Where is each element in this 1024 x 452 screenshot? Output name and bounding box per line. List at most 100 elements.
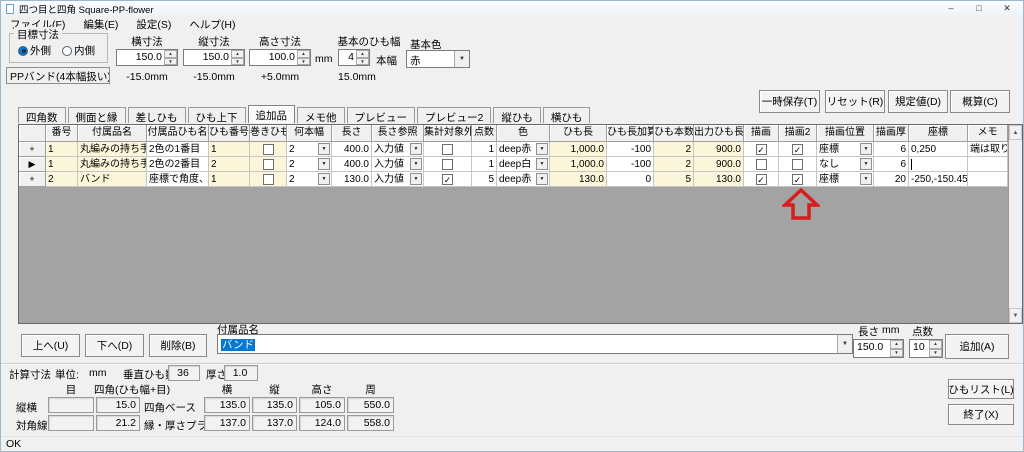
text-cell[interactable]: 1,000.0 (550, 142, 607, 157)
column-header[interactable]: 描画厚 (874, 125, 909, 142)
tab-2[interactable]: 差しひも (128, 107, 186, 123)
move-up-button[interactable]: 上へ(U) (21, 334, 80, 357)
checkbox-unchecked-icon[interactable] (263, 144, 274, 155)
move-down-button[interactable]: 下へ(D) (85, 334, 144, 357)
spin-down-icon[interactable]: ▼ (231, 58, 244, 66)
delete-button[interactable]: 削除(B) (149, 334, 207, 357)
close-icon[interactable]: ✕ (993, 1, 1021, 16)
string-list-button[interactable]: ひもリスト(L) (948, 379, 1014, 399)
text-cell[interactable]: 1 (209, 142, 250, 157)
column-header[interactable]: 何本幅 (287, 125, 332, 142)
checkbox-unchecked-icon[interactable] (442, 159, 453, 170)
text-cell[interactable]: 1 (46, 157, 78, 172)
menu-edit[interactable]: 編集(E) (74, 16, 127, 31)
checkbox-cell[interactable]: ✓ (424, 172, 472, 187)
chevron-down-icon[interactable]: ▼ (536, 143, 548, 155)
menu-settings[interactable]: 設定(S) (127, 16, 180, 31)
column-header[interactable]: ひも本数 (654, 125, 694, 142)
width-spinner[interactable]: 150.0 ▲▼ (116, 49, 178, 66)
spin-down-icon[interactable]: ▼ (890, 349, 903, 358)
text-cell[interactable]: 130.0 (332, 172, 372, 187)
dropdown-cell[interactable]: 2▼ (287, 142, 332, 157)
chevron-down-icon[interactable]: ▼ (536, 158, 548, 170)
checkbox-checked-icon[interactable]: ✓ (756, 174, 767, 185)
checkbox-cell[interactable] (424, 142, 472, 157)
text-cell[interactable]: 400.0 (332, 157, 372, 172)
depth-spinner[interactable]: 150.0 ▲▼ (183, 49, 245, 66)
checkbox-unchecked-icon[interactable] (792, 159, 803, 170)
chevron-down-icon[interactable]: ▼ (860, 143, 872, 155)
column-header[interactable]: 描画位置 (817, 125, 874, 142)
row-marker[interactable]: + (19, 172, 46, 187)
chevron-down-icon[interactable]: ▼ (318, 158, 330, 170)
text-cell[interactable]: 2 (46, 172, 78, 187)
accessory-name-combo[interactable]: バンド ▼ (217, 334, 853, 354)
scroll-up-icon[interactable]: ▲ (1009, 125, 1022, 140)
text-cell[interactable]: 130.0 (694, 172, 744, 187)
temp-save-button[interactable]: 一時保存(T) (759, 90, 820, 113)
row-marker[interactable]: + (19, 142, 46, 157)
tab-0[interactable]: 四角数 (18, 107, 66, 123)
text-cell[interactable]: 6 (874, 142, 909, 157)
tab-3[interactable]: ひも上下 (188, 107, 246, 123)
checkbox-unchecked-icon[interactable] (756, 159, 767, 170)
text-cell[interactable]: 5 (654, 172, 694, 187)
dropdown-cell[interactable]: 2▼ (287, 172, 332, 187)
checkbox-cell[interactable] (744, 157, 779, 172)
spin-down-icon[interactable]: ▼ (929, 349, 942, 358)
defaults-button[interactable]: 規定値(D) (888, 90, 948, 113)
column-header[interactable]: 付属品名 (78, 125, 147, 142)
grid-corner-header[interactable] (19, 125, 46, 142)
checkbox-unchecked-icon[interactable] (263, 174, 274, 185)
estimate-button[interactable]: 概算(C) (950, 90, 1010, 113)
checkbox-cell[interactable]: ✓ (744, 142, 779, 157)
checkbox-cell[interactable]: ✓ (779, 142, 817, 157)
text-cell[interactable]: -100 (607, 157, 654, 172)
minimize-icon[interactable]: – (937, 1, 965, 16)
text-cell[interactable]: -100 (607, 142, 654, 157)
checkbox-unchecked-icon[interactable] (442, 144, 453, 155)
text-cell[interactable]: 20 (874, 172, 909, 187)
tab-9[interactable]: 横ひも (543, 107, 591, 123)
tab-1[interactable]: 側面と縁 (68, 107, 126, 123)
radio-inner-icon[interactable] (62, 46, 72, 56)
column-header[interactable]: 点数 (472, 125, 497, 142)
grid-row[interactable]: +1丸編みの持ち手(4..2色の1番目12▼400.0入力値▼1deep赤▼1,… (19, 142, 1008, 157)
text-cell[interactable]: 1 (472, 157, 497, 172)
tab-7[interactable]: プレビュー2 (417, 107, 491, 123)
checkbox-cell[interactable]: ✓ (779, 172, 817, 187)
text-cell[interactable]: 2 (209, 157, 250, 172)
band-width-spinner[interactable]: 4 ▲▼ (338, 49, 370, 66)
checkbox-checked-icon[interactable]: ✓ (792, 144, 803, 155)
text-cell[interactable]: 2色の2番目 (147, 157, 209, 172)
column-header[interactable]: 出力ひも長 (694, 125, 744, 142)
dropdown-cell[interactable]: 座標▼ (817, 142, 874, 157)
reset-button[interactable]: リセット(R) (825, 90, 885, 113)
height-spinner[interactable]: 100.0 ▲▼ (249, 49, 311, 66)
text-cell[interactable]: 130.0 (550, 172, 607, 187)
tab-8[interactable]: 縦ひも (493, 107, 541, 123)
spin-up-icon[interactable]: ▲ (890, 340, 903, 349)
text-cell[interactable]: 1,000.0 (550, 157, 607, 172)
points-spinner[interactable]: 10 ▲▼ (909, 339, 943, 358)
chevron-down-icon[interactable]: ▼ (410, 173, 422, 185)
scroll-down-icon[interactable]: ▼ (1009, 308, 1022, 323)
column-header[interactable]: 集計対象外 (424, 125, 472, 142)
column-header[interactable]: ひも長 (550, 125, 607, 142)
column-header[interactable]: ひも長加算 (607, 125, 654, 142)
text-cell[interactable]: 丸編みの持ち手(4.. (78, 157, 147, 172)
dropdown-cell[interactable]: 入力値▼ (372, 172, 424, 187)
vertical-scrollbar[interactable]: ▲ ▼ (1008, 125, 1022, 323)
checkbox-cell[interactable] (250, 142, 287, 157)
column-header[interactable]: 巻きひも (250, 125, 287, 142)
spin-down-icon[interactable]: ▼ (356, 58, 369, 66)
text-cell[interactable]: 0,250 (909, 142, 968, 157)
text-cell[interactable] (968, 157, 1008, 172)
text-cell[interactable]: 0 (607, 172, 654, 187)
checkbox-checked-icon[interactable]: ✓ (442, 174, 453, 185)
checkbox-checked-icon[interactable]: ✓ (756, 144, 767, 155)
spin-up-icon[interactable]: ▲ (356, 50, 369, 58)
exit-button[interactable]: 終了(X) (948, 404, 1014, 425)
checkbox-cell[interactable]: ✓ (744, 172, 779, 187)
text-cell[interactable]: 端は取り付け (968, 142, 1008, 157)
